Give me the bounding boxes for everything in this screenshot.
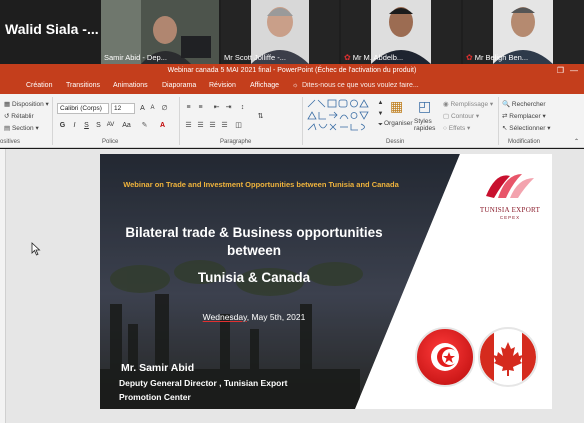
columns-icon[interactable]: ◫	[234, 121, 243, 130]
group-label-editing: Modification	[508, 139, 541, 145]
italic-icon[interactable]: I	[70, 121, 79, 130]
ribbon-separator	[52, 97, 53, 145]
lightbulb-icon: ☼	[292, 82, 299, 89]
group-label-drawing: Dessin	[386, 139, 405, 145]
tunisia-flag-icon	[415, 327, 475, 387]
reset-button[interactable]: ↺ Rétablir	[4, 112, 34, 120]
decrease-indent-icon[interactable]: ⇤	[212, 103, 221, 112]
slide-canvas[interactable]: Webinar on Trade and Investment Opportun…	[100, 154, 552, 409]
ribbon-tabs: Création Transitions Animations Diaporam…	[0, 78, 584, 94]
tab-revision[interactable]: Révision	[209, 82, 236, 89]
mouse-pointer-icon	[31, 242, 41, 256]
participant-tile[interactable]: Samir Abid - Dep...	[101, 0, 219, 64]
shape-effects-button[interactable]: ○ Effets ▾	[443, 124, 470, 132]
tell-me-search[interactable]: Dites-nous ce que vous voulez faire...	[302, 82, 419, 89]
tab-creation[interactable]: Création	[26, 82, 52, 89]
font-color-icon[interactable]: A	[158, 121, 167, 130]
window-title: Webinar canada 5 MAI 2021 final - PowerP…	[167, 67, 417, 74]
speaker-name: Mr. Samir Abid	[121, 362, 195, 374]
slide-title-line2: between	[226, 243, 281, 258]
participant-tile[interactable]: ✿ Mr M. Abdelb...	[341, 0, 461, 64]
participant-name: Mr Scott Jolliffe -...	[224, 53, 286, 62]
participant-name: Samir Abid - Dep...	[104, 53, 167, 62]
logo-text: TUNISIA EXPORT	[479, 206, 541, 214]
bullets-icon[interactable]: ≡	[184, 103, 193, 112]
strikethrough-icon[interactable]: S	[94, 121, 103, 130]
participant-name: ✿ Mr M. Abdelb...	[344, 53, 404, 62]
tab-diaporama[interactable]: Diaporama	[162, 82, 196, 89]
clear-format-icon[interactable]: ∅	[160, 104, 169, 113]
participant-name: ✿ Mr Beligh Ben...	[466, 53, 529, 62]
layout-button[interactable]: ▦ Disposition ▾	[4, 100, 49, 108]
numbering-icon[interactable]: ≡	[196, 103, 205, 112]
restore-icon[interactable]: ❐	[557, 64, 564, 78]
group-label-slides: ositives	[0, 139, 21, 145]
section-button[interactable]: ▤ Section ▾	[4, 124, 39, 132]
ribbon-separator	[498, 97, 499, 145]
slide-title-line1: Bilateral trade & Business opportunities	[125, 225, 383, 240]
font-name-select[interactable]: Calibri (Corps)	[57, 103, 109, 114]
slide-title-line3: Tunisia & Canada	[197, 270, 311, 285]
minimize-icon[interactable]: —	[570, 64, 578, 78]
group-label-font: Police	[102, 139, 119, 145]
align-center-icon[interactable]: ☰	[196, 121, 205, 130]
slide-date: Wednesday, May 5th, 2021	[202, 312, 306, 322]
screen: Walid Siala -... Samir Abid - Dep... Mr …	[0, 0, 584, 423]
shape-outline-button[interactable]: ▢ Contour ▾	[443, 112, 479, 120]
underline-icon[interactable]: S	[82, 121, 91, 130]
shape-fill-button[interactable]: ◉ Remplissage ▾	[443, 100, 493, 108]
arrange-button[interactable]: Organiser	[384, 120, 413, 127]
window-title-bar: Webinar canada 5 MAI 2021 final - PowerP…	[0, 64, 584, 78]
canada-flag-icon	[478, 327, 538, 387]
mic-muted-icon: ✿	[466, 53, 473, 62]
ribbon: ▦ Disposition ▾ ↺ Rétablir ▤ Section ▾ o…	[0, 94, 584, 148]
participant-tile[interactable]: Mr Scott Jolliffe -...	[221, 0, 339, 64]
group-label-paragraph: Paragraphe	[220, 139, 252, 145]
arrange-icon: ▦	[390, 98, 404, 114]
slide-webinar-line: Webinar on Trade and Investment Opportun…	[123, 180, 399, 189]
highlight-icon[interactable]: ✎	[140, 121, 149, 130]
tab-affichage[interactable]: Affichage	[250, 82, 279, 89]
participant-strip: Walid Siala -... Samir Abid - Dep... Mr …	[0, 0, 584, 64]
ribbon-separator	[302, 97, 303, 145]
gallery-scroll-down-icon[interactable]: ▼	[376, 110, 385, 119]
tab-animations[interactable]: Animations	[113, 82, 148, 89]
active-speaker-name: Walid Siala -...	[5, 21, 99, 37]
thumbnail-pane-edge	[0, 149, 6, 423]
justify-icon[interactable]: ☰	[220, 121, 229, 130]
collapse-ribbon-icon[interactable]: ⌃	[572, 138, 581, 147]
align-right-icon[interactable]: ☰	[208, 121, 217, 130]
ribbon-separator	[179, 97, 180, 145]
change-case-icon[interactable]: Aa	[122, 121, 131, 130]
text-direction-icon[interactable]: ⇅	[256, 112, 265, 121]
gallery-scroll-up-icon[interactable]: ▲	[376, 99, 385, 108]
font-size-select[interactable]: 12	[111, 103, 135, 114]
mic-muted-icon: ✿	[344, 53, 351, 62]
select-button[interactable]: ↖ Sélectionner ▾	[502, 124, 550, 132]
quick-styles-button[interactable]: Styles rapides	[414, 118, 438, 132]
char-spacing-icon[interactable]: AV	[106, 121, 115, 130]
speaker-role-line1: Deputy General Director , Tunisian Expor…	[119, 378, 288, 388]
quick-styles-icon: ◰	[418, 98, 432, 114]
bold-icon[interactable]: G	[58, 121, 67, 130]
tunisia-export-logo-icon	[486, 174, 534, 198]
shrink-font-icon[interactable]: A	[148, 104, 157, 113]
align-left-icon[interactable]: ☰	[184, 121, 193, 130]
shapes-gallery[interactable]	[306, 99, 374, 133]
logo-subtext: CEPEX	[499, 215, 521, 220]
speaker-role-line2: Promotion Center	[119, 392, 191, 402]
grow-font-icon[interactable]: A	[138, 104, 147, 113]
tab-transitions[interactable]: Transitions	[66, 82, 100, 89]
line-spacing-icon[interactable]: ↕	[238, 103, 247, 112]
replace-button[interactable]: ⇄ Remplacer ▾	[502, 112, 546, 120]
find-button[interactable]: 🔍 Rechercher	[502, 100, 546, 108]
participant-tile[interactable]: ✿ Mr Beligh Ben...	[463, 0, 584, 64]
increase-indent-icon[interactable]: ⇥	[224, 103, 233, 112]
